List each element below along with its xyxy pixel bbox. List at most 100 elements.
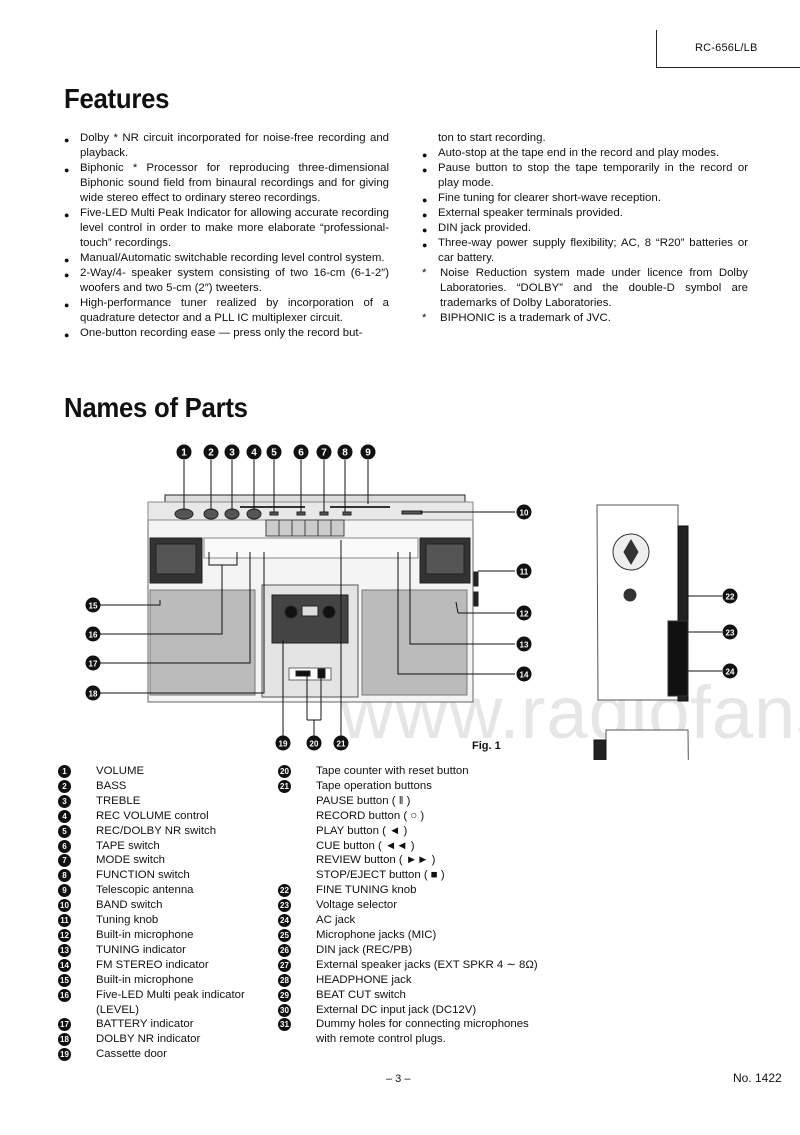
model-number: RC-656L/LB <box>695 42 758 54</box>
figure-1-diagram: 1234567891011121314151617181920212223242… <box>85 444 738 760</box>
bullet-icon: ● <box>422 240 428 250</box>
feature-item-text: One-button recording ease — press only t… <box>80 327 363 339</box>
callout-number-badge: 1 <box>58 765 71 778</box>
parts-list-item: 4 REC VOLUME control <box>58 809 245 824</box>
feature-item-text: External speaker terminals provided. <box>438 207 623 219</box>
callout-number: 17 <box>89 660 98 669</box>
parts-list-item: with remote control plugs. <box>278 1032 538 1047</box>
part-name: Built-in microphone <box>96 973 194 986</box>
callout-number-badge: 17 <box>58 1018 71 1032</box>
parts-list-item: PLAY button ( ◄ ) <box>278 824 538 839</box>
callout-number-badge: 8 <box>58 869 71 883</box>
part-name: DIN jack (REC/PB) <box>316 943 413 956</box>
features-left-column: ● Dolby * NR circuit incorporated for noi… <box>64 131 389 341</box>
asterisk-mark: * <box>422 312 427 324</box>
document-number: No. 1422 <box>733 1071 782 1085</box>
feature-item: ● 2-Way/4- speaker system consisting of t… <box>64 266 389 296</box>
parts-list-item: 14 FM STEREO indicator <box>58 958 245 973</box>
part-name: BATTERY indicator <box>96 1018 194 1031</box>
parts-list-left: 1 VOLUME 2 BASS 3 TREBLE 4 REC VOLUME control 5 R… <box>58 764 245 1062</box>
feature-continuation: ton to start recording. <box>438 132 546 144</box>
part-name: BEAT CUT switch <box>316 988 406 1001</box>
parts-list-item: 13 TUNING indicator <box>58 943 245 958</box>
parts-list-item: 28 HEADPHONE jack <box>278 973 538 988</box>
callout-number-badge: 10 <box>58 899 71 913</box>
parts-list-item: 15 Built-in microphone <box>58 973 245 988</box>
callout-number: 24 <box>726 668 735 677</box>
callout-number-badge: 13 <box>58 943 71 957</box>
callout-number: 4 <box>251 448 257 459</box>
callout-number: 1 <box>181 448 187 459</box>
callout-number: 11 <box>520 568 529 577</box>
footnote-text: BIPHONIC is a trademark of JVC. <box>440 312 611 324</box>
parts-list-item: 24 AC jack <box>278 913 538 928</box>
part-name: CUE button ( ◄◄ ) <box>316 839 415 852</box>
callout-number-badge: 18 <box>58 1033 71 1047</box>
part-name: TUNING indicator <box>96 943 186 956</box>
bullet-icon: ● <box>422 165 428 175</box>
callout-number-badge: 11 <box>58 914 71 928</box>
bullet-icon: ● <box>64 270 70 280</box>
footnote: * Noise Reduction system made under licen… <box>422 266 748 311</box>
parts-list-item: 2 BASS <box>58 779 245 794</box>
features-heading: Features <box>64 83 170 114</box>
feature-item: ● High-performance tuner realized by inco… <box>64 296 389 326</box>
tuning-knob <box>473 571 479 587</box>
callout-number-badge: 31 <box>278 1018 291 1032</box>
tuning-dial <box>203 537 419 559</box>
callout-number: 21 <box>337 740 346 749</box>
part-name: FINE TUNING knob <box>316 884 417 897</box>
parts-list-item: 16 Five-LED Multi peak indicator <box>58 988 245 1003</box>
bullet-icon: ● <box>64 330 70 340</box>
part-name: PLAY button ( ◄ ) <box>316 824 408 837</box>
callout-number-badge: 30 <box>278 1003 291 1017</box>
parts-list-item: 31 Dummy holes for connecting microphones <box>278 1017 538 1032</box>
parts-list-item: 6 TAPE switch <box>58 839 245 854</box>
front-view-illustration <box>147 494 479 703</box>
feature-item-text: Dolby * NR circuit incorporated for nois… <box>80 132 389 159</box>
parts-list-item: 17 BATTERY indicator <box>58 1017 245 1032</box>
part-name: BASS <box>96 779 127 792</box>
callout-number-badge: 23 <box>278 899 291 913</box>
callout-number: 7 <box>321 448 327 459</box>
part-name: Microphone jacks (MIC) <box>316 928 437 941</box>
parts-list-item: 21 Tape operation buttons <box>278 779 538 794</box>
part-name: REC/DOLBY NR switch <box>96 824 217 837</box>
parts-list-item: (LEVEL) <box>58 1003 245 1018</box>
callout-number-badge: 27 <box>278 958 291 972</box>
parts-list-item: 18 DOLBY NR indicator <box>58 1032 245 1047</box>
callout-number: 13 <box>520 641 529 650</box>
parts-list-item: 20 Tape counter with reset button <box>278 764 538 779</box>
callout-number: 18 <box>89 690 98 699</box>
fine-tuning-knob <box>623 588 637 602</box>
parts-list-item: 27 External speaker jacks (EXT SPKR 4 ∼ 8… <box>278 958 538 973</box>
part-name: External speaker jacks (EXT SPKR 4 ∼ 8Ω) <box>316 958 538 971</box>
callout-number: 14 <box>520 671 529 680</box>
part-name: Voltage selector <box>316 899 398 912</box>
callout-number-badge: 5 <box>58 824 71 838</box>
callout-number-badge: 16 <box>58 988 71 1002</box>
callout-number-badge: 6 <box>58 839 71 853</box>
callout-number-badge: 14 <box>58 958 71 972</box>
part-name: MODE switch <box>96 854 165 867</box>
callout-number: 9 <box>365 448 371 459</box>
feature-item: ● Fine tuning for clearer short-wave rece… <box>422 191 748 206</box>
feature-item: ● Pause button to stop the tape temporari… <box>422 161 748 191</box>
footnote: * BIPHONIC is a trademark of JVC. <box>422 311 748 326</box>
bullet-icon: ● <box>64 210 70 220</box>
feature-item: ● Auto-stop at the tape end in the record… <box>422 146 748 161</box>
feature-item-text: Three-way power supply flexibility; AC, … <box>438 237 748 264</box>
cassette-door <box>271 594 349 644</box>
feature-item: ● Manual/Automatic switchable recording l… <box>64 251 389 266</box>
page-number: – 3 – <box>386 1073 411 1085</box>
feature-item-text: 2-Way/4- speaker system consisting of tw… <box>80 267 389 294</box>
part-name: TAPE switch <box>96 839 160 852</box>
parts-list-item: 10 BAND switch <box>58 898 245 913</box>
callout-number-badge: 25 <box>278 928 291 942</box>
callout-number-badge: 3 <box>58 794 71 808</box>
feature-item: ● External speaker terminals provided. <box>422 206 748 221</box>
feature-item-text: Auto-stop at the tape end in the record … <box>438 147 720 159</box>
parts-list-item: 9 Telescopic antenna <box>58 883 245 898</box>
part-name: Tape operation buttons <box>316 779 432 792</box>
part-name: Five-LED Multi peak indicator <box>96 988 245 1001</box>
